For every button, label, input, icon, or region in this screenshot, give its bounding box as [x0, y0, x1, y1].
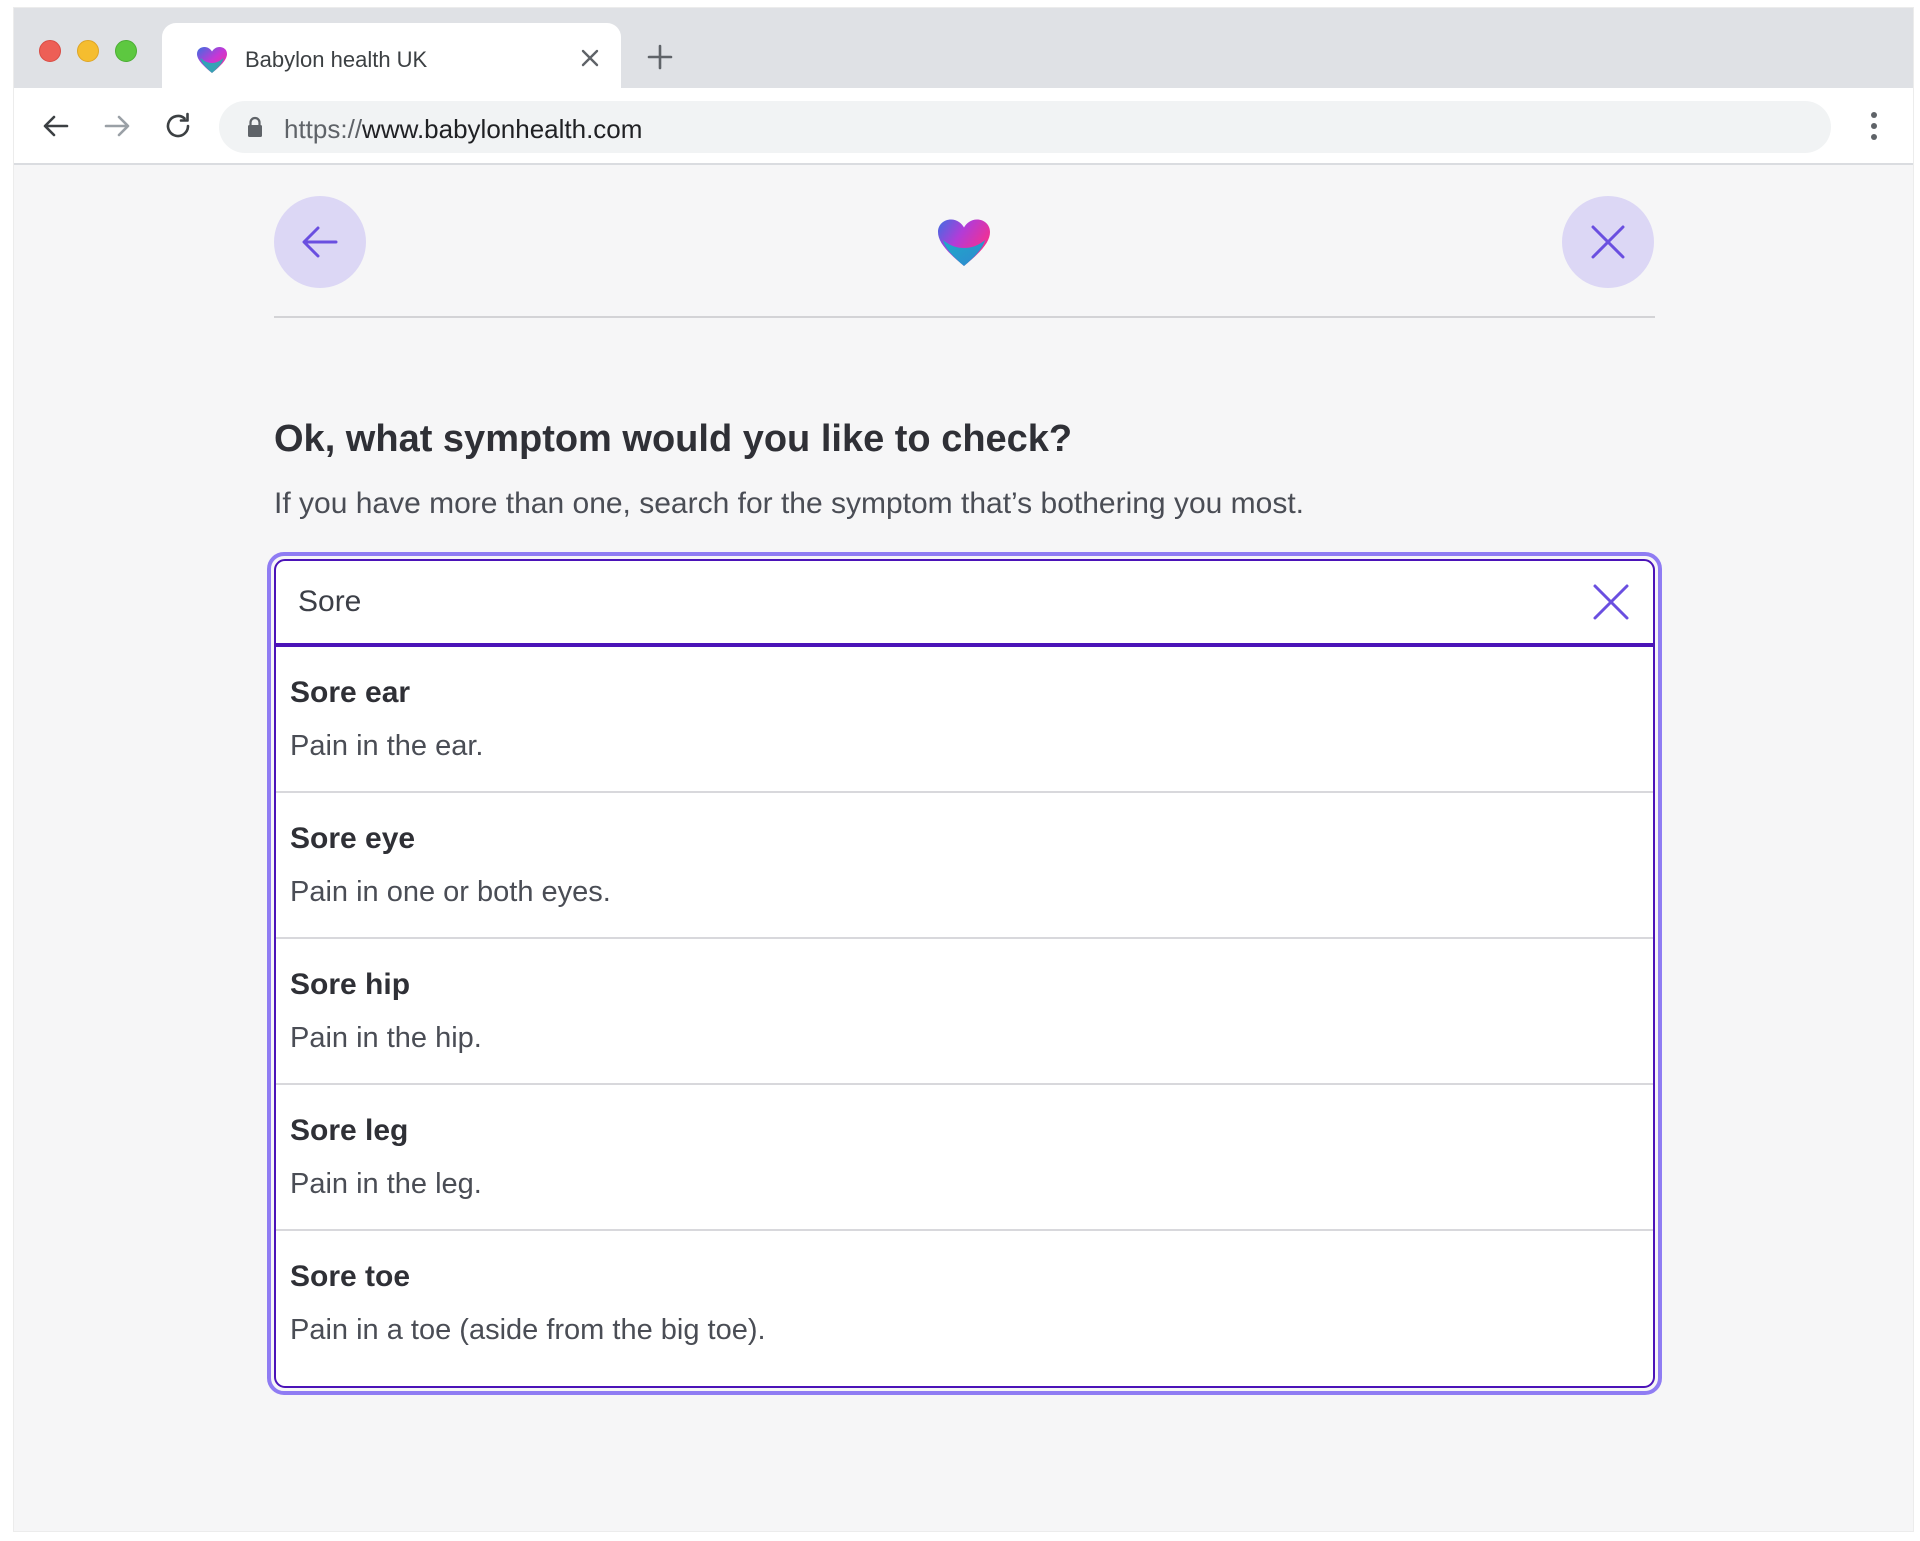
minimize-window-button[interactable] — [77, 40, 99, 62]
close-window-button[interactable] — [39, 40, 61, 62]
result-description: Pain in the hip. — [290, 1022, 482, 1054]
result-title: Sore eye — [290, 822, 416, 855]
new-tab-icon[interactable] — [646, 43, 674, 71]
page-hint: If you have more than one, search for th… — [274, 487, 1304, 520]
result-description: Pain in one or both eyes. — [290, 876, 611, 908]
result-title: Sore hip — [290, 968, 411, 1001]
page-title: Ok, what symptom would you like to check… — [274, 418, 1073, 460]
back-button[interactable] — [274, 196, 366, 288]
symptom-search-input[interactable] — [276, 561, 1653, 643]
search-panel: Sore ear Pain in the ear. Sore eye Pain … — [274, 559, 1655, 1388]
result-title: Sore toe — [290, 1260, 411, 1293]
tab-title: Babylon health UK — [245, 47, 428, 72]
result-description: Pain in the leg. — [290, 1168, 482, 1200]
tab-strip: Babylon health UK — [14, 8, 1913, 89]
tab-close-icon[interactable] — [579, 47, 601, 69]
search-results-list: Sore ear Pain in the ear. Sore eye Pain … — [276, 647, 1653, 1377]
browser-tab[interactable]: Babylon health UK — [162, 23, 621, 89]
result-title: Sore leg — [290, 1114, 409, 1147]
symptom-search-box: Sore ear Pain in the ear. Sore eye Pain … — [267, 552, 1662, 1395]
reload-icon[interactable] — [163, 111, 193, 141]
url-text: https://www.babylonhealth.com — [284, 114, 642, 145]
clear-search-button[interactable] — [1591, 582, 1631, 622]
result-description: Pain in the ear. — [290, 730, 484, 762]
lock-icon — [248, 116, 262, 137]
search-result-sore-ear[interactable]: Sore ear Pain in the ear. — [276, 647, 1653, 793]
page-content: Ok, what symptom would you like to check… — [14, 165, 1913, 1531]
result-title: Sore ear — [290, 676, 411, 709]
url-host: www.babylonhealth.com — [362, 114, 643, 144]
close-icon — [1591, 225, 1625, 259]
search-result-sore-leg[interactable]: Sore leg Pain in the leg. — [276, 1085, 1653, 1231]
maximize-window-button[interactable] — [115, 40, 137, 62]
search-result-sore-eye[interactable]: Sore eye Pain in one or both eyes. — [276, 793, 1653, 939]
search-result-sore-toe[interactable]: Sore toe Pain in a toe (aside from the b… — [276, 1231, 1653, 1377]
browser-menu-icon[interactable] — [1869, 110, 1879, 142]
heart-logo-icon — [938, 219, 990, 266]
browser-window: Babylon health UK https://www.babylonhea… — [13, 7, 1914, 1532]
search-field — [276, 561, 1653, 647]
browser-forward-icon[interactable] — [102, 111, 132, 141]
url-scheme: https:// — [284, 114, 363, 144]
browser-toolbar: https://www.babylonhealth.com — [14, 88, 1913, 165]
close-icon — [1593, 584, 1629, 620]
close-button[interactable] — [1562, 196, 1654, 288]
address-bar[interactable]: https://www.babylonhealth.com — [219, 101, 1831, 153]
header-divider — [274, 316, 1655, 318]
heart-favicon-icon — [197, 47, 227, 73]
search-result-sore-hip[interactable]: Sore hip Pain in the hip. — [276, 939, 1653, 1085]
browser-back-icon[interactable] — [41, 111, 71, 141]
result-description: Pain in a toe (aside from the big toe). — [290, 1314, 766, 1346]
arrow-left-icon — [302, 226, 338, 258]
